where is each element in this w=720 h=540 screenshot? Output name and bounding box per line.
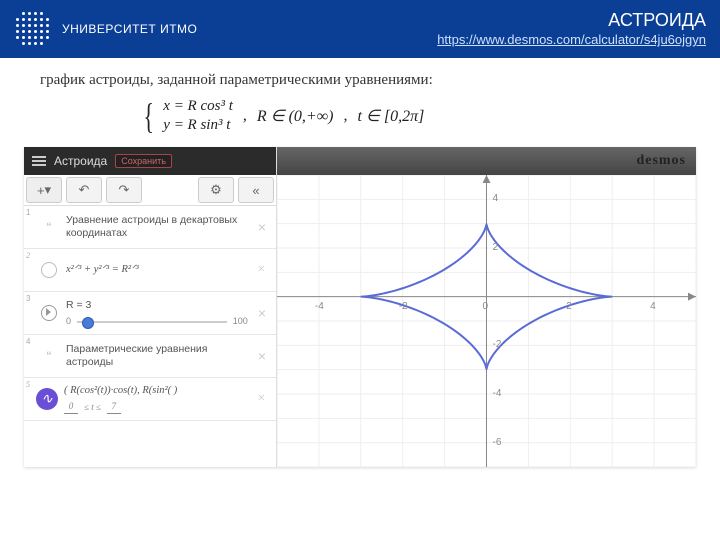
collapse-button[interactable]: «	[238, 177, 274, 203]
desmos-screenshot: Астроида Сохранить +▾ ↶ ↷ ⚙ « 1“Уравнени…	[24, 147, 696, 467]
domain-R: R ∈ (0,+∞)	[257, 106, 334, 126]
source-link[interactable]: https://www.desmos.com/calculator/s4ju6o…	[437, 32, 706, 47]
undo-button[interactable]: ↶	[66, 177, 102, 203]
toggle-circle-icon	[38, 262, 60, 278]
graph-panel[interactable]: desmos -4 -2 0 2 4 -6 -4 -2 2 4	[277, 147, 696, 467]
brand-logo-icon	[14, 10, 52, 48]
delete-row-button[interactable]: ×	[253, 262, 270, 278]
sidebar-topbar: Астроида Сохранить	[24, 147, 276, 175]
sidebar-toolbar: +▾ ↶ ↷ ⚙ «	[24, 175, 276, 206]
settings-button[interactable]: ⚙	[198, 177, 234, 203]
plot-area[interactable]: -4 -2 0 2 4 -6 -4 -2 2 4	[277, 175, 696, 467]
add-expression-button[interactable]: +▾	[26, 177, 62, 203]
brand-name: УНИВЕРСИТЕТ ИТМО	[62, 22, 197, 36]
header-right: АСТРОИДА https://www.desmos.com/calculat…	[437, 9, 706, 49]
save-button[interactable]: Сохранить	[115, 154, 172, 168]
expression-row[interactable]: 5∿( R(cos²(t))·cos(t), R(sin²( )0≤ t ≤7×	[24, 378, 276, 421]
x-tick: 4	[650, 301, 656, 312]
description-text: график астроиды, заданной параметрически…	[40, 72, 702, 89]
delete-row-button[interactable]: ×	[254, 305, 270, 321]
slide-header: УНИВЕРСИТЕТ ИТМО АСТРОИДА https://www.de…	[0, 0, 720, 58]
parametric-formula: { x = R cos³ t y = R sin³ t , R ∈ (0,+∞)…	[140, 95, 720, 137]
x-tick: 2	[566, 301, 572, 312]
brand: УНИВЕРСИТЕТ ИТМО	[14, 10, 197, 48]
domain-t: t ∈ [0,2π]	[357, 106, 424, 126]
x-tick: -4	[315, 301, 324, 312]
desmos-logo: desmos	[277, 147, 696, 175]
slider[interactable]: 0100	[66, 316, 248, 327]
expression-row[interactable]: 1“Уравнение астроиды в декартовых коорди…	[24, 206, 276, 249]
y-tick: 2	[493, 242, 499, 253]
t-range[interactable]: 0≤ t ≤7	[64, 401, 247, 413]
formula-y: y = R sin³ t	[163, 117, 233, 134]
expression-row[interactable]: 4“Параметрические уравнения астроиды×	[24, 335, 276, 378]
note-icon: “	[38, 348, 60, 364]
expression-body[interactable]: Параметрические уравнения астроиды	[60, 343, 254, 369]
expression-body[interactable]: x²ᐟ³ + y²ᐟ³ = R²ᐟ³	[60, 263, 253, 276]
y-tick: -2	[493, 339, 502, 350]
y-tick: -4	[493, 388, 502, 399]
expression-sidebar: Астроида Сохранить +▾ ↶ ↷ ⚙ « 1“Уравнени…	[24, 147, 277, 467]
formula-x: x = R cos³ t	[163, 98, 233, 115]
redo-button[interactable]: ↷	[106, 177, 142, 203]
graph-title: Астроида	[54, 154, 107, 168]
y-tick: 4	[493, 193, 499, 204]
expression-row[interactable]: 2x²ᐟ³ + y²ᐟ³ = R²ᐟ³×	[24, 249, 276, 292]
x-tick: -2	[399, 301, 408, 312]
delete-row-button[interactable]: ×	[253, 391, 270, 407]
expression-row[interactable]: 3R = 30100×	[24, 292, 276, 335]
delete-row-button[interactable]: ×	[254, 219, 270, 235]
brace-icon: {	[143, 95, 153, 137]
expression-body[interactable]: R = 30100	[60, 299, 254, 327]
delete-row-button[interactable]: ×	[254, 348, 270, 364]
expression-list: 1“Уравнение астроиды в декартовых коорди…	[24, 206, 276, 467]
play-icon	[38, 305, 60, 321]
x-tick: 0	[483, 301, 489, 312]
slide-title: АСТРОИДА	[437, 9, 706, 32]
expression-body[interactable]: ( R(cos²(t))·cos(t), R(sin²( )0≤ t ≤7	[58, 384, 253, 413]
y-tick: -6	[493, 437, 502, 448]
note-icon: “	[38, 219, 60, 235]
parametric-icon: ∿	[36, 388, 58, 410]
menu-icon[interactable]	[32, 156, 46, 166]
expression-body[interactable]: Уравнение астроиды в декартовых координа…	[60, 214, 254, 240]
